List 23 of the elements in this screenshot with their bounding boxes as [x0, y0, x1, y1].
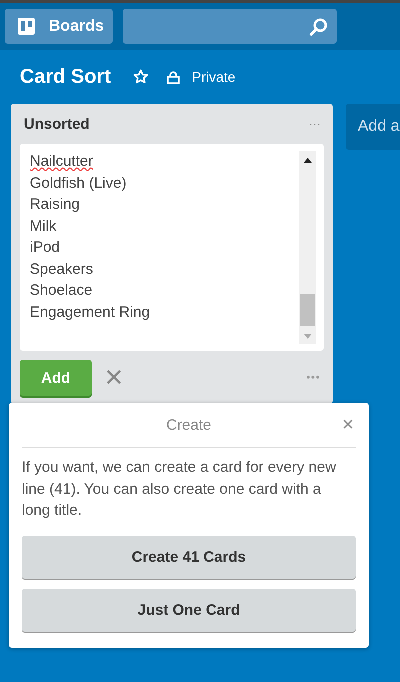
lock-icon [167, 70, 180, 84]
popover-title: Create [166, 416, 212, 434]
popover-message: If you want, we can create a card for every new line (41). You can also create one card with a long title. [22, 458, 338, 521]
search-icon [309, 16, 329, 36]
scroll-thumb[interactable] [300, 294, 315, 326]
board-icon [18, 18, 35, 35]
list-title: Unsorted [23, 116, 90, 132]
close-button[interactable]: × [342, 414, 354, 436]
create-option-button[interactable]: Just One Card [22, 588, 356, 632]
board-title[interactable]: Card Sort [20, 66, 112, 88]
search-field[interactable] [123, 9, 337, 44]
scroll-up-icon[interactable] [304, 157, 312, 163]
visibility-button[interactable]: Private [167, 69, 236, 85]
scrollbar[interactable] [299, 151, 316, 344]
boards-button[interactable]: Boards [5, 9, 113, 44]
scroll-down-icon[interactable] [304, 334, 312, 340]
star-icon[interactable] [133, 69, 150, 85]
add-button[interactable]: Add [20, 360, 92, 396]
list-menu-button[interactable]: ··· [309, 117, 321, 131]
card-text-field[interactable]: Nailcutter Goldfish (Live) Raising Milk iPod Speakers Shoelace Engagement Ring [20, 144, 324, 351]
add-list-button[interactable]: Add a [346, 104, 400, 150]
create-option-button[interactable]: Create 41 Cards [22, 536, 356, 578]
close-button[interactable]: ✕ [104, 364, 124, 392]
